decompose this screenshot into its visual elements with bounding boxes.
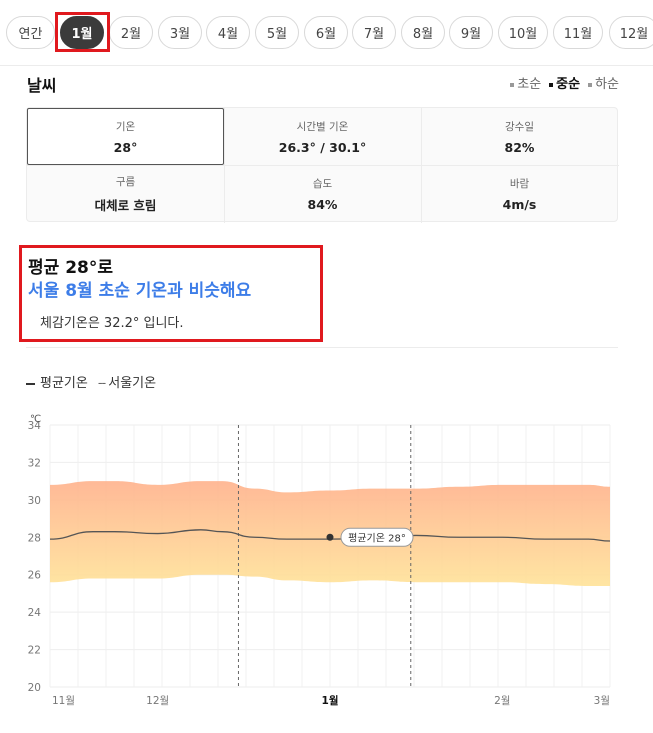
stat-rain-days[interactable]: 강수일 82% [421,108,618,165]
summary-comparison: 서울 8월 초순 기온과 비슷해요 [28,281,252,301]
tab-may[interactable]: 5월 [255,16,299,49]
tab-annual[interactable]: 연간 [6,16,55,49]
y-tick-label: 32 [28,457,41,469]
y-tick-label: 26 [28,570,42,582]
stat-clouds[interactable]: 구름 대체로 흐림 [27,165,224,222]
stat-label: 기온 [115,120,136,133]
x-tick-label: 3월 [594,695,610,707]
stat-value: 84% [307,196,338,212]
stat-label: 강수일 [505,120,534,133]
weather-stats-grid: 기온 28° 시간별 기온 26.3° / 30.1° 강수일 82% 구름 대… [26,107,619,223]
tab-october[interactable]: 10월 [498,16,548,49]
tab-september[interactable]: 9월 [449,16,493,49]
stat-label: 바람 [509,177,530,190]
stat-label: 시간별 기온 [296,120,349,133]
tab-april[interactable]: 4월 [206,16,250,49]
stat-value: 4m/s [502,196,537,212]
tab-june[interactable]: 6월 [304,16,348,49]
stat-value: 28° [113,139,138,155]
y-unit-label: ℃ [30,414,41,425]
section-divider [26,347,618,348]
stat-label: 습도 [312,177,333,190]
selected-tab-highlight [55,12,110,52]
filter-early[interactable]: 초순 [510,73,541,92]
summary-feels-like: 체감기온은 32.2° 입니다. [40,316,184,331]
tab-august[interactable]: 8월 [401,16,445,49]
stat-wind[interactable]: 바람 4m/s [421,165,618,222]
y-tick-label: 30 [28,495,41,507]
legend-avg-temp: 평균기온 [26,372,88,391]
stat-label: 구름 [115,175,136,188]
filter-late[interactable]: 하순 [588,73,619,92]
stat-humidity[interactable]: 습도 84% [224,165,421,222]
weather-title: 날씨 [27,76,57,95]
y-tick-label: 28 [28,532,41,544]
stat-value: 82% [504,139,535,155]
temperature-chart: 2022242628303234℃평균기온 28°11월 12월 1월 2월 3월 [28,414,611,707]
tab-february[interactable]: 2월 [109,16,153,49]
y-tick-label: 22 [28,645,41,657]
tab-july[interactable]: 7월 [352,16,396,49]
x-tick-label: 2월 [494,695,510,707]
stat-hourly-temperature[interactable]: 시간별 기온 26.3° / 30.1° [224,108,421,165]
chart-legend: 평균기온 -- 서울기온 [26,372,156,391]
y-tick-label: 20 [28,682,41,694]
stat-value: 26.3° / 30.1° [278,139,367,155]
temperature-range-band [50,481,610,586]
stat-temperature[interactable]: 기온 28° [27,108,224,165]
average-marker-label: 평균기온 28° [348,532,406,544]
y-tick-label: 24 [28,607,42,619]
period-filters: 초순 중순 하순 [510,73,619,92]
legend-seoul-temp: -- 서울기온 [97,376,157,391]
tab-november[interactable]: 11월 [553,16,603,49]
x-tick-label: 11월 [52,695,75,707]
x-tick-label: 12월 [146,695,169,707]
filter-mid[interactable]: 중순 [549,73,580,92]
x-tick-label: 1월 [322,694,339,707]
tab-december[interactable]: 12월 [609,16,653,49]
tab-march[interactable]: 3월 [158,16,202,49]
average-marker-dot [326,533,334,541]
stat-value: 대체로 흐림 [94,197,157,213]
summary-average: 평균 28°로 [28,258,113,278]
